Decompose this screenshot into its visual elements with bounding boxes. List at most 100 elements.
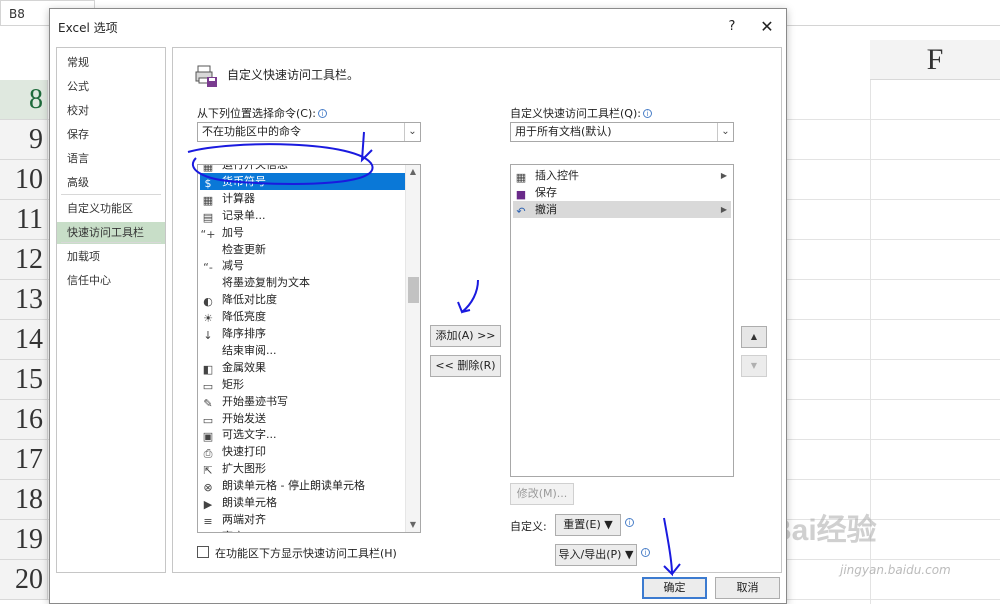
quick-access-panel: 自定义快速访问工具栏。 从下列位置选择命令(C): i 不在功能区中的命令 ⌄ 自…: [172, 47, 782, 573]
scroll-thumb[interactable]: [408, 277, 419, 303]
commands-list[interactable]: ▦ 运行开关信息 $ 货币符号 ▦ 计算器 ▤ 记录单... “+ 加号 检查更新 “- 减号 将墨迹复制…: [197, 164, 421, 533]
command-item[interactable]: ⇱ 扩大图形: [200, 460, 405, 477]
nav-item[interactable]: 高级: [57, 172, 165, 194]
toolbar-item[interactable]: ▦ 插入控件 ▶: [513, 167, 731, 184]
command-item[interactable]: ✎ 开始墨迹书写: [200, 393, 405, 410]
import-export-button[interactable]: 导入/导出(P) ▼: [555, 544, 637, 566]
row-header[interactable]: 19: [0, 520, 48, 560]
submenu-arrow-icon: ▶: [720, 205, 727, 214]
rectangle-icon: ▭: [202, 379, 214, 393]
nav-item[interactable]: 语言: [57, 148, 165, 170]
command-label: 朗读单元格 - 停止朗读单元格: [222, 479, 365, 493]
command-item[interactable]: ▶ 朗读单元格: [200, 494, 405, 511]
row-header[interactable]: 15: [0, 360, 48, 400]
reset-button[interactable]: 重置(E) ▼: [555, 514, 621, 536]
brightness-icon: ☀: [203, 312, 213, 326]
scroll-down-icon[interactable]: ▼: [406, 518, 420, 532]
chevron-down-icon[interactable]: ⌄: [717, 123, 733, 141]
command-item[interactable]: ▭ 矩形: [200, 376, 405, 393]
info-icon: i: [625, 518, 634, 527]
command-item[interactable]: ⊗ 朗读单元格 - 停止朗读单元格: [200, 477, 405, 494]
command-item[interactable]: ◐ 降低对比度: [200, 291, 405, 308]
command-item[interactable]: ▭ 开始发送: [200, 410, 405, 427]
show-below-ribbon-label: 在功能区下方显示快速访问工具栏(H): [215, 547, 397, 560]
command-item[interactable]: ✷ 亮度: [200, 528, 405, 532]
blank-icon: [200, 241, 216, 255]
row-header[interactable]: 9: [0, 120, 48, 160]
command-label: 减号: [222, 259, 244, 273]
choose-commands-dropdown[interactable]: 不在功能区中的命令 ⌄: [197, 122, 421, 142]
help-icon[interactable]: ?: [722, 17, 742, 37]
command-label: 结束审阅...: [222, 343, 277, 357]
toolbar-items-list[interactable]: ▦ 插入控件 ▶ ■ 保存 ↶ 撤消 ▶: [510, 164, 734, 477]
nav-item[interactable]: 加载项: [57, 246, 165, 268]
row-header[interactable]: 12: [0, 240, 48, 280]
command-item[interactable]: ⎙ 快速打印: [200, 443, 405, 460]
command-item[interactable]: 将墨迹复制为文本: [200, 274, 405, 291]
metal-icon: ◧: [202, 362, 214, 376]
command-item[interactable]: ≡ 两端对齐: [200, 511, 405, 528]
row-header[interactable]: 10: [0, 160, 48, 200]
row-header[interactable]: 11: [0, 200, 48, 240]
command-label: 记录单...: [222, 208, 266, 222]
row-header[interactable]: 13: [0, 280, 48, 320]
nav-separator: [61, 194, 161, 195]
ok-button[interactable]: 确定: [642, 577, 707, 599]
command-item[interactable]: ↓ 降序排序: [200, 325, 405, 342]
toolbar-item-label: 插入控件: [535, 169, 579, 182]
quick-access-toolbar-icon: [195, 65, 217, 87]
sort-desc-icon: ↓: [203, 329, 213, 342]
nav-item[interactable]: 常规: [57, 52, 165, 74]
row-header[interactable]: 20: [0, 560, 48, 600]
move-down-button[interactable]: ▼: [741, 355, 767, 377]
command-item[interactable]: ◧ 金属效果: [200, 359, 405, 376]
command-item[interactable]: ▦ 计算器: [200, 190, 405, 207]
command-item[interactable]: ☀ 降低亮度: [200, 308, 405, 325]
section-title: 自定义快速访问工具栏。: [227, 68, 360, 82]
dialog-title: Excel 选项: [58, 21, 118, 35]
nav-item[interactable]: 信任中心: [57, 270, 165, 292]
calculator-icon: ▦: [202, 193, 214, 207]
show-below-ribbon-checkbox[interactable]: [197, 546, 209, 558]
row-header[interactable]: 14: [0, 320, 48, 360]
cancel-button[interactable]: 取消: [715, 577, 780, 599]
info-icon: i: [641, 548, 650, 557]
command-item[interactable]: 检查更新: [200, 241, 405, 258]
form-icon: ▤: [202, 210, 214, 224]
customize-toolbar-label: 自定义快速访问工具栏(Q): i: [510, 105, 652, 121]
nav-item[interactable]: 保存: [57, 124, 165, 146]
row-header[interactable]: 16: [0, 400, 48, 440]
nav-item[interactable]: 自定义功能区: [57, 198, 165, 220]
command-label: 开始墨迹书写: [222, 394, 288, 408]
add-button[interactable]: 添加(A) >>: [430, 325, 501, 347]
nav-item[interactable]: 快速访问工具栏: [57, 222, 165, 244]
choose-commands-label: 从下列位置选择命令(C): i: [197, 105, 327, 121]
command-item[interactable]: ▣ 可选文字...: [200, 426, 405, 443]
justify-icon: ≡: [203, 514, 213, 528]
command-label: 扩大图形: [222, 462, 266, 476]
row-header[interactable]: 17: [0, 440, 48, 480]
command-item[interactable]: ▦ 运行开关信息: [200, 165, 405, 173]
nav-item[interactable]: 公式: [57, 76, 165, 98]
scroll-up-icon[interactable]: ▲: [406, 165, 420, 179]
row-header[interactable]: 18: [0, 480, 48, 520]
speak-icon: ▶: [203, 498, 213, 511]
customize-toolbar-dropdown[interactable]: 用于所有文档(默认) ⌄: [510, 122, 734, 142]
toolbar-item[interactable]: ↶ 撤消 ▶: [513, 201, 731, 218]
chevron-down-icon[interactable]: ⌄: [404, 123, 420, 141]
commands-scrollbar[interactable]: ▲ ▼: [405, 165, 420, 532]
command-item[interactable]: 结束审阅...: [200, 342, 405, 359]
toolbar-item[interactable]: ■ 保存: [513, 184, 731, 201]
remove-button[interactable]: << 删除(R): [430, 355, 501, 377]
command-item[interactable]: ▤ 记录单...: [200, 207, 405, 224]
undo-icon: ↶: [516, 205, 526, 218]
modify-button[interactable]: 修改(M)...: [510, 483, 574, 505]
nav-item[interactable]: 校对: [57, 100, 165, 122]
watermark-url: jingyan.baidu.com: [840, 563, 951, 577]
row-header[interactable]: 8: [0, 80, 48, 120]
command-item[interactable]: “- 减号: [200, 257, 405, 274]
command-item[interactable]: “+ 加号: [200, 224, 405, 241]
command-item[interactable]: $ 货币符号: [200, 172, 405, 190]
move-up-button[interactable]: ▲: [741, 326, 767, 348]
close-icon[interactable]: ✕: [756, 17, 778, 37]
